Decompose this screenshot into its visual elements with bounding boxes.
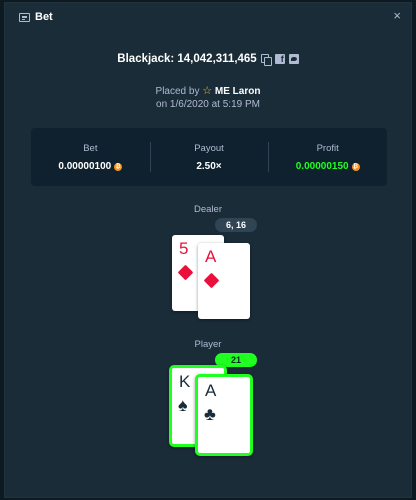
card-rank: K (179, 372, 191, 391)
placed-date: on 1/6/2020 at 5:19 PM (156, 99, 260, 110)
profit-label: Profit (316, 143, 339, 154)
placed-info: Placed by ☆ ME Laron on 1/6/2020 at 5:19… (5, 85, 411, 111)
bitcoin-icon: ₿ (114, 162, 123, 171)
bet-value: 0.00000100 (58, 161, 112, 172)
profit-value-row: 0.00000150 ₿ (268, 161, 387, 172)
stat-bet: Bet 0.00000100 ₿ (31, 128, 150, 186)
modal-title: Bet (35, 11, 53, 23)
dealer-label: Dealer (194, 204, 222, 215)
player-label: Player (194, 339, 222, 350)
bet-modal: Bet × Blackjack: 14,042,311,465 f Placed… (4, 2, 412, 498)
card-rank: A (205, 247, 217, 266)
copy-icon[interactable] (260, 54, 272, 66)
twitter-icon[interactable] (288, 54, 299, 64)
diamond-suit-icon (203, 272, 220, 289)
club-suit-icon: ♣ (204, 404, 216, 424)
modal-header: Bet × (5, 3, 411, 31)
close-icon[interactable]: × (393, 9, 401, 23)
player-card-2: A ♣ (195, 374, 253, 456)
facebook-icon[interactable]: f (274, 54, 285, 64)
game-id-line: Blackjack: 14,042,311,465 f (5, 53, 411, 66)
bet-label: Bet (83, 143, 98, 154)
dealer-score-badge: 6, 16 (215, 218, 257, 232)
bet-value-row: 0.00000100 ₿ (31, 161, 150, 172)
stat-payout: Payout 2.50× (149, 128, 269, 186)
dealer-card-2: A (198, 243, 250, 319)
stats-panel: Bet 0.00000100 ₿ Payout 2.50× Profit 0.0… (31, 128, 387, 186)
profit-value: 0.00000150 (295, 161, 349, 172)
card-rank: A (205, 381, 217, 400)
payout-value: 2.50× (196, 161, 222, 172)
star-icon: ☆ (202, 85, 213, 97)
bitcoin-icon: ₿ (351, 162, 360, 171)
payout-label: Payout (194, 143, 224, 154)
spade-suit-icon: ♠ (178, 395, 188, 415)
payout-value-row: 2.50× (150, 161, 269, 172)
diamond-suit-icon (177, 264, 194, 281)
user-link[interactable]: ME Laron (215, 86, 261, 97)
game-id-label: Blackjack: 14,042,311,465 (117, 53, 257, 65)
ticket-icon (19, 13, 30, 22)
card-rank: 5 (179, 239, 189, 258)
placed-prefix: Placed by (155, 86, 200, 97)
stat-profit: Profit 0.00000150 ₿ (268, 128, 387, 186)
